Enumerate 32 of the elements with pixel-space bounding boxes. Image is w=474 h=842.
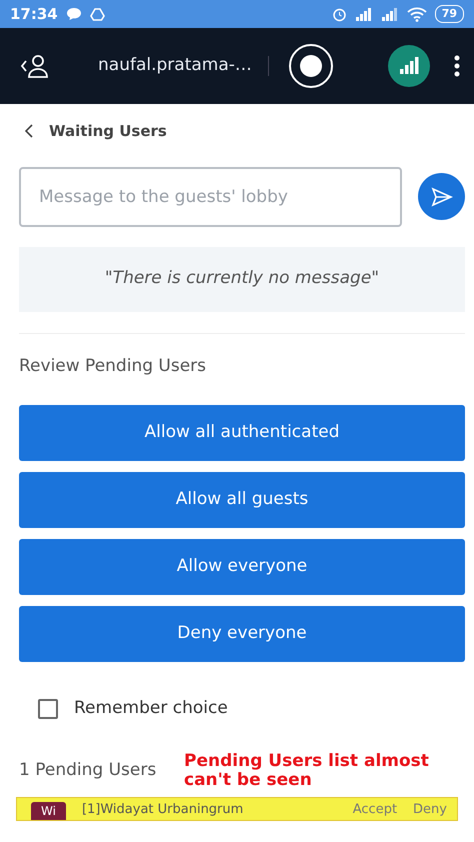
deny-link[interactable]: Deny xyxy=(413,800,447,820)
current-message: "There is currently no message" xyxy=(19,246,465,312)
checkbox-label: Remember choice xyxy=(74,697,228,720)
signal-icon xyxy=(399,57,419,75)
meeting-title: naufal.pratama-… xyxy=(98,54,252,78)
message-field[interactable]: Message to the guests' lobby xyxy=(19,166,402,226)
user-avatar: Wi xyxy=(31,802,66,820)
wifi-icon xyxy=(406,6,427,22)
pending-count: 1 Pending Users xyxy=(19,759,158,782)
user-name: [1]Widayat Urbaningrum xyxy=(82,801,244,820)
page-title: Waiting Users xyxy=(49,121,167,142)
chat-icon xyxy=(66,7,82,21)
alarm-icon xyxy=(332,6,347,22)
action-button[interactable]: Allow everyone xyxy=(19,539,465,595)
participants-icon[interactable] xyxy=(20,53,50,79)
back-icon[interactable] xyxy=(25,124,33,138)
section-title: Review Pending Users xyxy=(19,354,208,378)
more-icon[interactable] xyxy=(454,55,460,77)
action-button[interactable]: Deny everyone xyxy=(19,606,465,662)
send-button[interactable] xyxy=(418,173,465,220)
annotation-text: Pending Users list almost can't be seen xyxy=(184,752,430,791)
signal-icon xyxy=(380,7,399,21)
action-button[interactable]: Allow all authenticated xyxy=(19,405,465,461)
signal-icon xyxy=(354,7,373,21)
accept-link[interactable]: Accept xyxy=(352,800,398,820)
send-icon xyxy=(430,186,452,206)
action-button[interactable]: Allow all guests xyxy=(19,472,465,528)
record-button[interactable] xyxy=(288,44,333,88)
status-time: 17:34 xyxy=(10,4,58,25)
checkbox[interactable] xyxy=(38,698,58,719)
battery-level: 79 xyxy=(434,4,464,24)
connection-button[interactable] xyxy=(388,45,430,87)
